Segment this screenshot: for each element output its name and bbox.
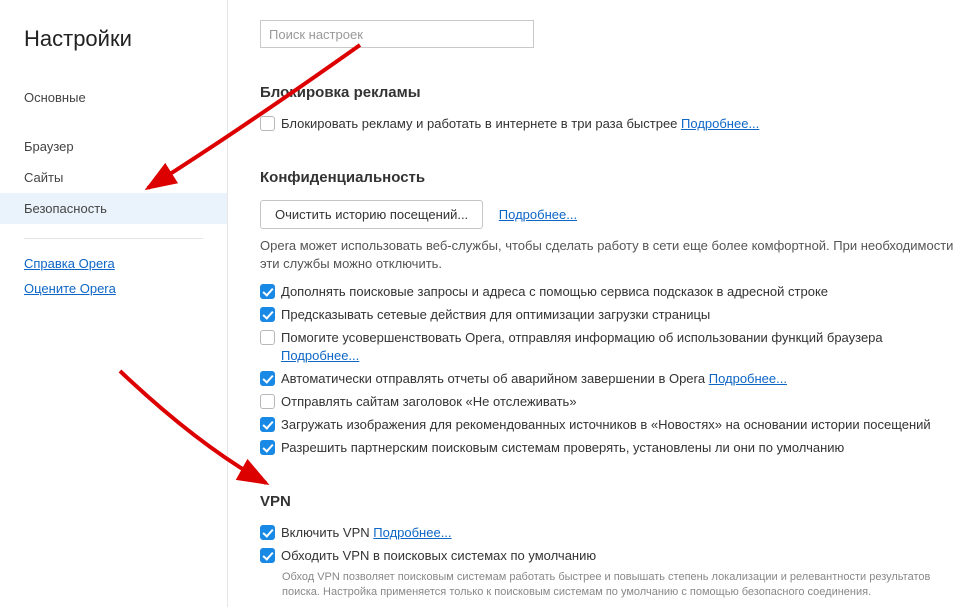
vpn-item-checkbox[interactable]: [260, 525, 275, 540]
vpn-list: Включить VPN Подробнее... Обходить VPN в …: [260, 524, 960, 565]
sidebar-link-help[interactable]: Справка Opera: [0, 251, 227, 276]
privacy-item-label: Отправлять сайтам заголовок «Не отслежив…: [281, 393, 577, 411]
sidebar-item-sites[interactable]: Сайты: [0, 162, 227, 193]
sidebar-item-label: Основные: [24, 90, 86, 105]
privacy-item-label: Автоматически отправлять отчеты об авари…: [281, 370, 787, 388]
privacy-item-row: Загружать изображения для рекомендованны…: [260, 416, 960, 434]
page-title: Настройки: [0, 20, 227, 66]
sidebar-link-label: Справка Opera: [24, 256, 115, 271]
vpn-item-checkbox[interactable]: [260, 548, 275, 563]
privacy-item-row: Дополнять поисковые запросы и адреса с п…: [260, 283, 960, 301]
search-input[interactable]: [260, 20, 534, 48]
vpn-fine-print-1: Обход VPN позволяет поисковым системам р…: [282, 570, 960, 600]
vpn-item-row: Обходить VPN в поисковых системах по умо…: [260, 547, 960, 565]
privacy-item-row: Разрешить партнерским поисковым системам…: [260, 439, 960, 457]
sidebar-item-basic[interactable]: Основные: [0, 82, 227, 113]
sidebar: Настройки Основные Браузер Сайты Безопас…: [0, 0, 228, 607]
content: Блокировка рекламы Блокировать рекламу и…: [228, 0, 978, 607]
privacy-item-label-text: Автоматически отправлять отчеты об авари…: [281, 371, 709, 386]
privacy-item-checkbox[interactable]: [260, 371, 275, 386]
adblock-label-rest: и работать в интернете в три раза быстре…: [413, 116, 682, 131]
privacy-item-label-text: Загружать изображения для рекомендованны…: [281, 417, 931, 432]
section-adblock-title: Блокировка рекламы: [260, 84, 960, 101]
adblock-checkbox[interactable]: [260, 116, 275, 131]
sidebar-link-label: Оцените Opera: [24, 281, 116, 296]
vpn-item-label-text: Включить VPN: [281, 525, 373, 540]
section-privacy-title: Конфиденциальность: [260, 169, 960, 186]
privacy-item-row: Предсказывать сетевые действия для оптим…: [260, 306, 960, 324]
adblock-more-link[interactable]: Подробнее...: [681, 116, 759, 131]
vpn-item-more-link[interactable]: Подробнее...: [373, 525, 451, 540]
sidebar-item-label: Сайты: [24, 170, 63, 185]
section-vpn-title: VPN: [260, 493, 960, 510]
privacy-item-row: Отправлять сайтам заголовок «Не отслежив…: [260, 393, 960, 411]
adblock-row: Блокировать рекламу и работать в интерне…: [260, 115, 960, 133]
privacy-item-checkbox[interactable]: [260, 440, 275, 455]
privacy-item-row: Помогите усовершенствовать Opera, отправ…: [260, 329, 960, 365]
privacy-item-checkbox[interactable]: [260, 417, 275, 432]
privacy-item-more-link[interactable]: Подробнее...: [709, 371, 787, 386]
adblock-label: Блокировать рекламу и работать в интерне…: [281, 115, 759, 133]
sidebar-item-label: Браузер: [24, 139, 74, 154]
privacy-item-label-text: Отправлять сайтам заголовок «Не отслежив…: [281, 394, 577, 409]
privacy-item-checkbox[interactable]: [260, 394, 275, 409]
clear-history-more-link[interactable]: Подробнее...: [499, 207, 577, 222]
privacy-description: Opera может использовать веб-службы, что…: [260, 237, 960, 273]
privacy-item-label: Помогите усовершенствовать Opera, отправ…: [281, 329, 960, 365]
privacy-item-label-text: Помогите усовершенствовать Opera, отправ…: [281, 330, 883, 345]
privacy-item-label-text: Разрешить партнерским поисковым системам…: [281, 440, 844, 455]
privacy-item-more-link[interactable]: Подробнее...: [281, 348, 359, 363]
clear-history-button[interactable]: Очистить историю посещений...: [260, 200, 483, 229]
sidebar-link-rate[interactable]: Оцените Opera: [0, 276, 227, 301]
sidebar-item-browser[interactable]: Браузер: [0, 131, 227, 162]
privacy-item-label-text: Дополнять поисковые запросы и адреса с п…: [281, 284, 828, 299]
privacy-item-checkbox[interactable]: [260, 284, 275, 299]
privacy-list: Дополнять поисковые запросы и адреса с п…: [260, 283, 960, 457]
sidebar-nav: Основные Браузер Сайты Безопасность Спра…: [0, 66, 227, 301]
privacy-item-row: Автоматически отправлять отчеты об авари…: [260, 370, 960, 388]
privacy-item-label: Дополнять поисковые запросы и адреса с п…: [281, 283, 828, 301]
privacy-item-label: Разрешить партнерским поисковым системам…: [281, 439, 844, 457]
privacy-item-label: Предсказывать сетевые действия для оптим…: [281, 306, 710, 324]
sidebar-item-security[interactable]: Безопасность: [0, 193, 227, 224]
privacy-item-label: Загружать изображения для рекомендованны…: [281, 416, 931, 434]
sidebar-item-label: Безопасность: [24, 201, 107, 216]
vpn-item-label: Включить VPN Подробнее...: [281, 524, 452, 542]
privacy-item-checkbox[interactable]: [260, 307, 275, 322]
vpn-item-label-text: Обходить VPN в поисковых системах по умо…: [281, 548, 596, 563]
privacy-item-checkbox[interactable]: [260, 330, 275, 345]
vpn-item-label: Обходить VPN в поисковых системах по умо…: [281, 547, 596, 565]
sidebar-separator: [24, 238, 203, 239]
privacy-item-label-text: Предсказывать сетевые действия для оптим…: [281, 307, 710, 322]
adblock-label-prefix: Блокировать рекламу: [281, 116, 413, 131]
vpn-item-row: Включить VPN Подробнее...: [260, 524, 960, 542]
